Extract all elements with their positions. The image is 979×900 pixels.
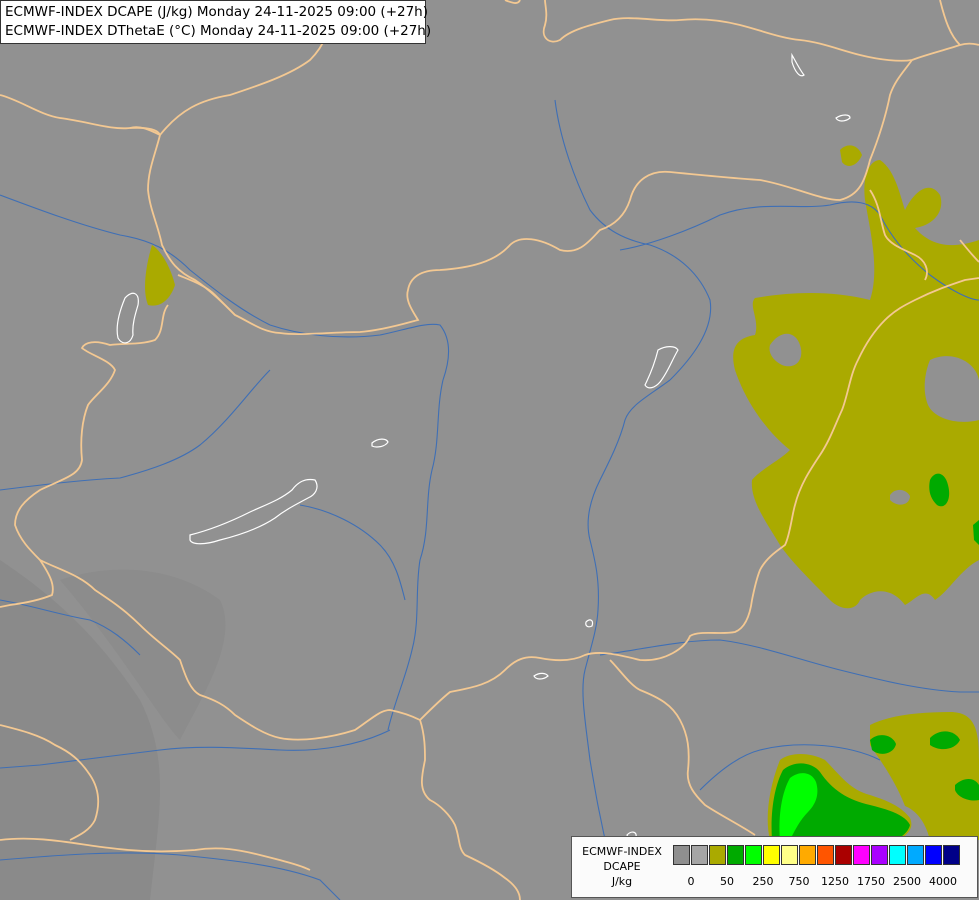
legend-swatch — [709, 845, 726, 865]
legend-tick-label: 1250 — [821, 875, 849, 888]
map-title-dcape: ECMWF-INDEX DCAPE (J/kg) Monday 24-11-20… — [5, 4, 429, 20]
legend-swatch — [907, 845, 924, 865]
legend-swatch — [943, 845, 960, 865]
legend-swatch — [691, 845, 708, 865]
legend-label-line: DCAPE — [603, 860, 641, 873]
legend-swatch — [889, 845, 906, 865]
legend-tick-label: 250 — [752, 875, 774, 888]
map-title-box: ECMWF-INDEX DCAPE (J/kg) Monday 24-11-20… — [0, 0, 432, 44]
map-canvas — [0, 0, 979, 900]
legend-label-line: ECMWF-INDEX — [582, 845, 662, 858]
legend-tick-label: 1750 — [857, 875, 885, 888]
legend-label: ECMWF-INDEX DCAPE J/kg — [574, 844, 670, 889]
legend-swatch — [727, 845, 744, 865]
legend-tick-label: 750 — [788, 875, 810, 888]
legend-swatch — [763, 845, 780, 865]
legend-swatch — [817, 845, 834, 865]
legend-label-line: J/kg — [611, 875, 633, 888]
legend-swatches — [673, 845, 961, 867]
legend-ticks: 0 50 250 750 1250 1750 2500 4000 — [673, 875, 973, 891]
weather-map: ECMWF-INDEX DCAPE (J/kg) Monday 24-11-20… — [0, 0, 979, 900]
legend-swatch — [853, 845, 870, 865]
legend-swatch — [745, 845, 762, 865]
legend-tick-label: 0 — [687, 875, 695, 888]
legend-swatch — [871, 845, 888, 865]
legend-tick-label: 4000 — [929, 875, 957, 888]
legend-swatch — [925, 845, 942, 865]
legend-tick-label: 50 — [720, 875, 734, 888]
legend-swatch — [799, 845, 816, 865]
legend-swatch — [673, 845, 690, 865]
map-title-dthetae: ECMWF-INDEX DThetaE (°C) Monday 24-11-20… — [5, 23, 432, 39]
legend-tick-label: 2500 — [893, 875, 921, 888]
legend-swatch — [781, 845, 798, 865]
legend-swatch — [835, 845, 852, 865]
color-legend: ECMWF-INDEX DCAPE J/kg 0 50 250 750 1250 1750… — [571, 836, 978, 898]
